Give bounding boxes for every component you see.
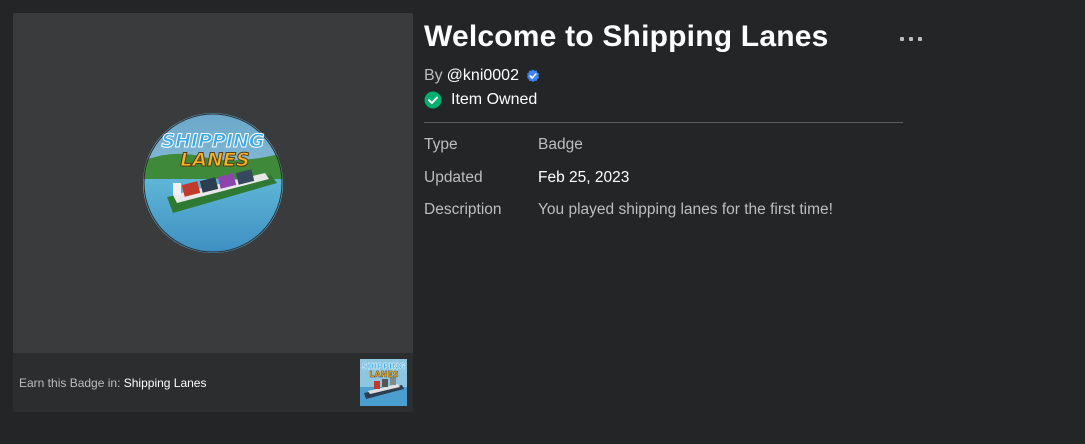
- detail-label: Type: [424, 136, 458, 153]
- verified-badge-icon: [526, 69, 539, 83]
- detail-value: You played shipping lanes for the first …: [538, 201, 833, 218]
- creator-byline: By @kni0002: [424, 67, 540, 85]
- item-owned-status: Item Owned: [424, 91, 537, 109]
- detail-row-description: Description You played shipping lanes fo…: [424, 201, 833, 234]
- more-options-icon: [918, 37, 922, 41]
- thumb-logo-text: LANES: [369, 370, 398, 379]
- game-thumbnail[interactable]: SHIPPING LANES: [360, 359, 407, 406]
- badge-logo-text: LANES: [180, 149, 249, 171]
- item-owned-label: Item Owned: [451, 91, 538, 108]
- badge-title: Welcome to Shipping Lanes: [424, 20, 829, 53]
- check-circle-icon: [424, 91, 442, 109]
- detail-label: Description: [424, 201, 502, 218]
- earn-badge-prefix: Earn this Badge in:: [19, 375, 121, 390]
- detail-label: Updated: [424, 168, 483, 186]
- detail-row-type: Type Badge: [424, 136, 833, 169]
- badge-image: SHIPPING LANES: [143, 113, 283, 253]
- detail-row-updated: Updated Feb 25, 2023: [424, 169, 833, 202]
- detail-value: Feb 25, 2023: [538, 168, 630, 186]
- detail-value: Badge: [538, 136, 583, 153]
- by-label: By: [424, 67, 443, 84]
- badge-details: Type Badge Updated Feb 25, 2023 Descript…: [424, 136, 833, 234]
- earn-badge-bar: Earn this Badge in: Shipping Lanes SHIPP…: [13, 353, 413, 412]
- earn-badge-text: Earn this Badge in: Shipping Lanes: [19, 376, 206, 390]
- creator-name-link[interactable]: @kni0002: [447, 67, 519, 85]
- badge-image-card: SHIPPING LANES Earn this Badge in: Shipp…: [13, 13, 413, 412]
- more-options-icon: [900, 37, 904, 41]
- more-options-icon: [909, 37, 913, 41]
- details-divider: [424, 122, 903, 123]
- earn-badge-game-link[interactable]: Shipping Lanes: [124, 376, 207, 390]
- more-options-button[interactable]: [900, 33, 922, 45]
